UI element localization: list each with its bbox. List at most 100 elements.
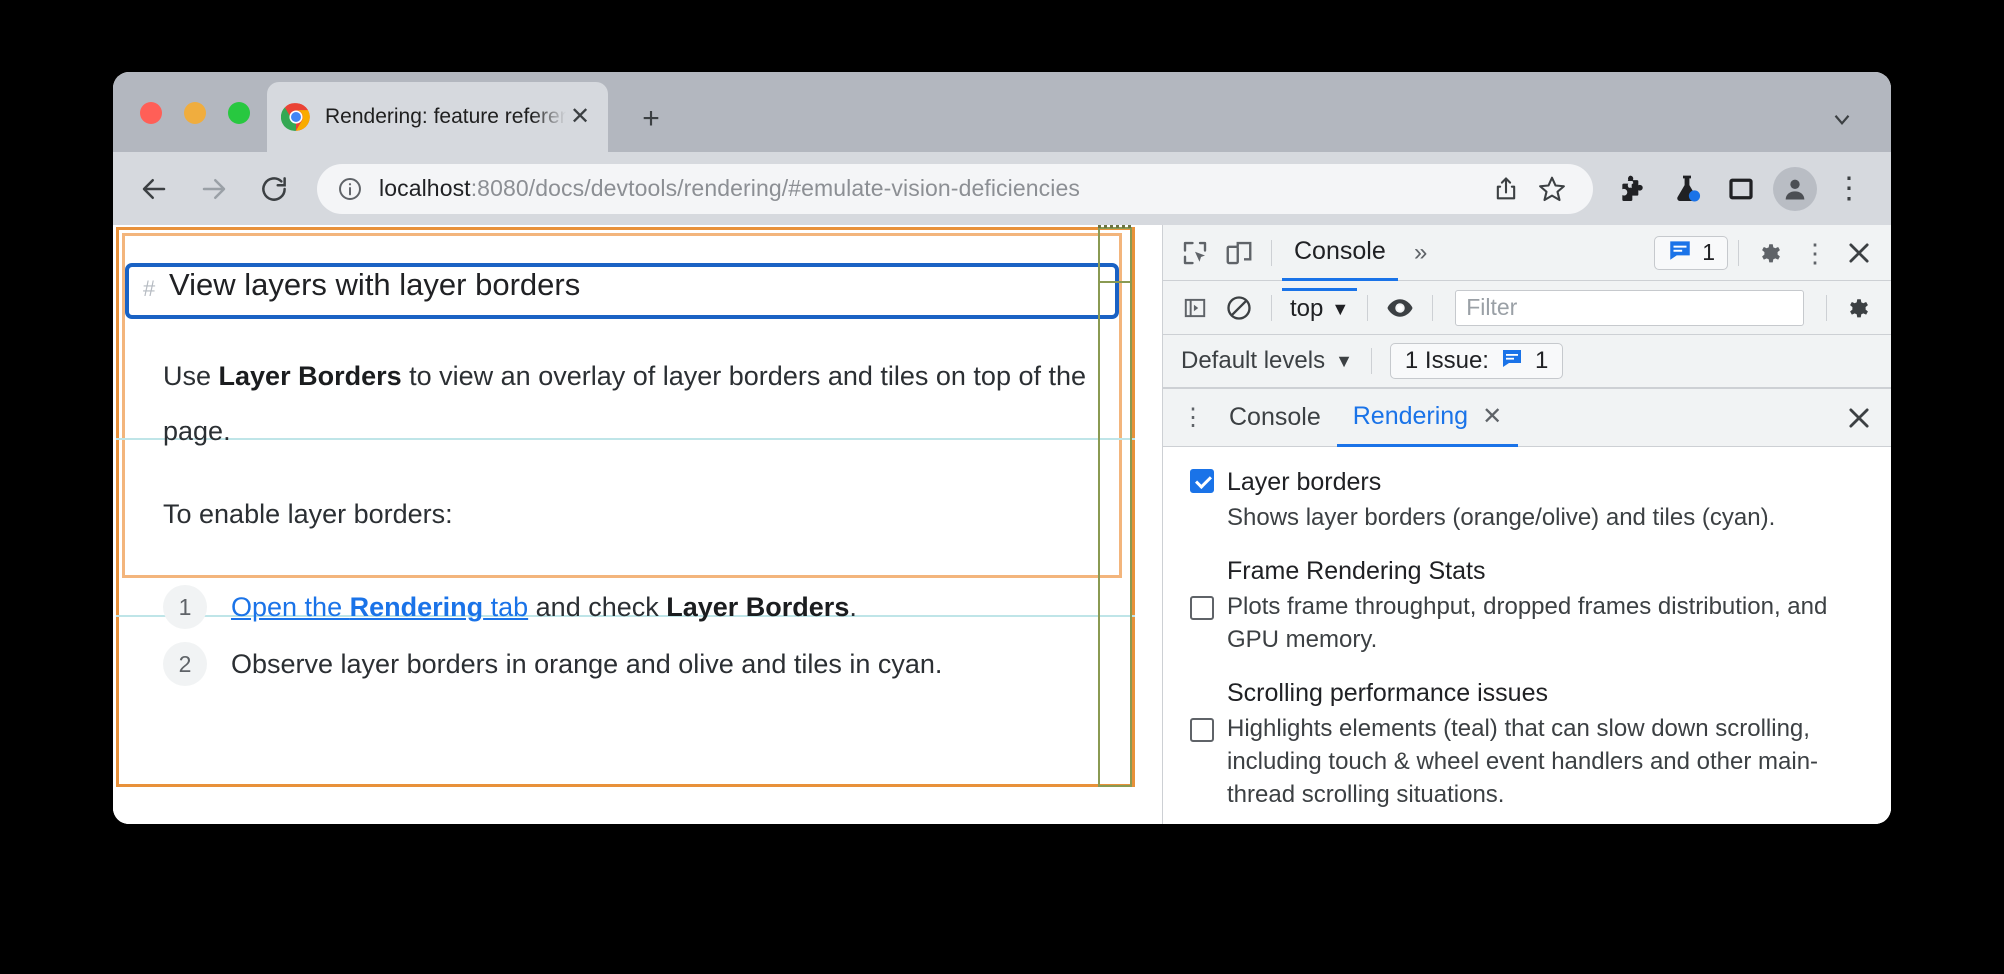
tab-console[interactable]: Console [1282,225,1398,281]
avatar [1773,166,1817,211]
layer-border-dotted-overlay [1098,225,1132,228]
url-host: localhost [379,175,471,201]
minimize-window-button[interactable] [184,102,206,124]
drawer-tab-rendering[interactable]: Rendering ✕ [1336,389,1519,447]
setting-description: Plots frame throughput, dropped frames d… [1227,593,1828,653]
setting-layer-borders: Layer borders Shows layer borders (orang… [1163,465,1891,554]
setting-title: Layer borders [1227,468,1382,496]
devtools-kebab-menu[interactable]: ⋮ [1793,233,1837,273]
checkbox-wrapper [1185,554,1219,620]
setting-title: Frame Rendering Stats [1227,557,1486,585]
setting-description: Shows layer borders (orange/olive) and t… [1227,504,1776,531]
browser-tab[interactable]: Rendering: feature reference - ✕ [267,82,608,152]
default-levels-label: Default levels [1181,347,1326,374]
labs-flask-icon[interactable] [1663,165,1711,213]
execution-context-label: top [1290,295,1324,322]
side-panel-icon[interactable] [1717,165,1765,213]
scrolling-performance-issues-checkbox[interactable] [1190,718,1214,742]
setting-text: Layer borders Shows layer borders (orang… [1219,465,1869,534]
paragraph1-pre: Use [163,361,219,391]
bookmark-star-icon[interactable] [1529,166,1575,212]
devtools-main-toolbar: Console » 1 ⋮ [1163,225,1891,281]
inspect-element-icon[interactable] [1173,233,1217,273]
setting-text: Scrolling performance issues Highlights … [1219,676,1869,811]
chevron-down-icon: ▼ [1335,350,1353,371]
setting-scrolling-performance-issues: Scrolling performance issues Highlights … [1163,676,1891,824]
toolbar-divider [1370,348,1372,374]
page-scrollbar[interactable] [1138,225,1162,824]
close-tab-button[interactable]: ✕ [566,103,594,131]
setting-description: Highlights elements (teal) that can slow… [1227,715,1819,808]
address-bar[interactable]: localhost:8080/docs/devtools/rendering/#… [317,163,1593,214]
browser-window: Rendering: feature reference - ✕ + [113,72,1891,824]
rendering-settings-list: Layer borders Shows layer borders (orang… [1163,447,1891,824]
toolbar-divider [1738,239,1739,266]
setting-frame-rendering-stats: Frame Rendering Stats Plots frame throug… [1163,554,1891,676]
device-toolbar-icon[interactable] [1217,233,1261,273]
heading-anchor-hash[interactable]: # [143,276,155,302]
step1-bold2: Layer Borders [666,592,850,622]
forward-button[interactable] [191,166,237,212]
window-controls [140,102,250,124]
list-item-number: 2 [163,642,207,686]
toolbar-divider [1826,294,1827,321]
more-tabs-button[interactable]: » [1398,233,1444,273]
link-pre: Open the [231,592,350,622]
list-item-text: Open the Rendering tab and check Layer B… [231,585,857,629]
paragraph-layer-borders: Use Layer Borders to view an overlay of … [163,349,1093,459]
console-settings-gear-icon[interactable] [1837,288,1881,328]
close-drawer-button[interactable] [1837,396,1881,440]
list-item: 2 Observe layer borders in orange and ol… [163,642,942,686]
share-icon[interactable] [1483,166,1529,212]
console-filter-input[interactable]: Filter [1455,289,1804,326]
reload-button[interactable] [251,166,297,212]
setting-title: Scrolling performance issues [1227,679,1548,707]
link-post: tab [483,592,529,622]
clear-console-icon[interactable] [1217,288,1261,328]
chevron-down-icon[interactable] [1819,96,1865,142]
address-bar-text: localhost:8080/docs/devtools/rendering/#… [379,175,1483,202]
list-item: 1 Open the Rendering tab and check Layer… [163,585,857,629]
live-expression-eye-icon[interactable] [1378,288,1422,328]
layer-border-olive-inner-overlay [1098,227,1132,283]
console-sidebar-icon[interactable] [1173,288,1217,328]
url-path: :8080/docs/devtools/rendering/#emulate-v… [470,175,1080,201]
layer-border-olive-overlay [1098,227,1132,787]
close-devtools-button[interactable] [1837,233,1881,273]
close-window-button[interactable] [140,102,162,124]
drawer-tab-label: Rendering [1352,401,1469,430]
checkbox-wrapper [1185,676,1219,742]
new-tab-button[interactable]: + [628,96,674,142]
frame-rendering-stats-checkbox[interactable] [1190,596,1214,620]
issues-summary-count: 1 [1534,347,1549,374]
profile-avatar-button[interactable] [1771,165,1819,213]
extensions-puzzle-icon[interactable] [1609,165,1657,213]
gear-icon[interactable] [1749,233,1793,273]
toolbar-divider [1271,294,1272,321]
issues-counter-button[interactable]: 1 [1654,235,1728,270]
drawer-kebab-menu[interactable]: ⋮ [1173,398,1213,438]
chevron-down-icon: ▼ [1331,298,1350,319]
default-levels-dropdown[interactable]: Default levels ▼ [1181,347,1353,375]
issues-summary-button[interactable]: 1 Issue: 1 [1389,343,1564,379]
issues-count: 1 [1702,239,1715,265]
rendering-tab-link[interactable]: Open the Rendering tab [231,592,528,622]
list-item-number: 1 [163,585,207,629]
toolbar-divider [1367,294,1369,321]
console-levels-toolbar: Default levels ▼ 1 Issue: 1 [1163,335,1891,389]
paragraph1-bold: Layer Borders [218,361,402,391]
web-page-content: # View layers with layer borders Use Lay… [113,225,1162,824]
viewport: # View layers with layer borders Use Lay… [113,225,1891,824]
site-info-icon[interactable] [335,174,365,204]
drawer-tab-console[interactable]: Console [1213,389,1337,447]
maximize-window-button[interactable] [228,102,250,124]
checkbox-wrapper [1185,465,1219,493]
list-item-text: Observe layer borders in orange and oliv… [231,649,943,679]
layer-borders-checkbox[interactable] [1190,469,1214,493]
back-button[interactable] [131,166,177,212]
execution-context-selector[interactable]: top ▼ [1282,287,1358,328]
step1-after: and check [528,592,667,622]
tab-strip: Rendering: feature reference - ✕ + [113,72,1891,152]
close-rendering-tab-icon[interactable]: ✕ [1482,402,1502,431]
browser-menu-button[interactable]: ⋮ [1825,165,1873,213]
